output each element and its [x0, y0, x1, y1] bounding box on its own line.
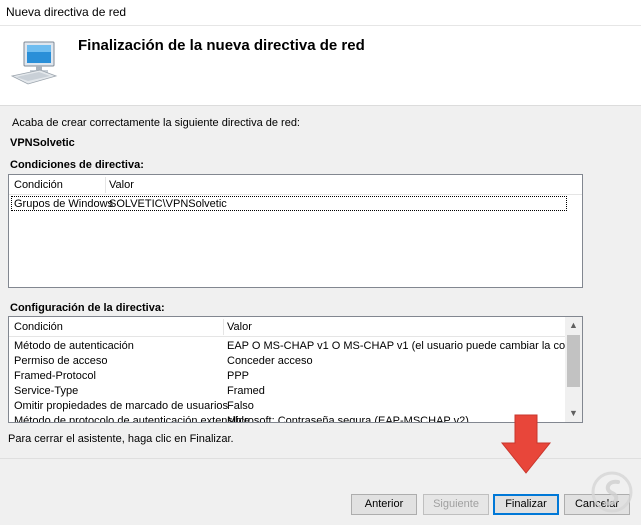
settings-list-header: Condición Valor: [9, 317, 565, 337]
window-title: Nueva directiva de red: [6, 5, 127, 19]
table-row[interactable]: Framed-Protocol PPP: [9, 369, 564, 384]
title-bar: Nueva directiva de red: [0, 0, 641, 26]
red-arrow-pointer-icon: [500, 414, 552, 474]
wizard-body: Acaba de crear correctamente la siguient…: [0, 106, 641, 458]
condition-cell: Service-Type: [14, 385, 79, 397]
table-row[interactable]: Omitir propiedades de marcado de usuario…: [9, 399, 564, 414]
scroll-up-icon[interactable]: ▲: [565, 317, 582, 334]
computer-network-icon: [10, 41, 58, 85]
condition-cell: Método de autenticación: [14, 340, 134, 352]
condition-cell: Framed-Protocol: [14, 370, 96, 382]
table-row[interactable]: Método de autenticación EAP O MS-CHAP v1…: [9, 339, 582, 354]
scroll-down-icon[interactable]: ▼: [565, 405, 582, 422]
value-cell: Conceder acceso: [227, 355, 313, 367]
page-title: Finalización de la nueva directiva de re…: [78, 37, 365, 54]
logo-watermark-icon: [591, 471, 633, 513]
back-button[interactable]: Anterior: [351, 494, 417, 515]
value-cell: Falso: [227, 400, 254, 412]
intro-text: Acaba de crear correctamente la siguient…: [12, 117, 300, 129]
table-row[interactable]: Método de protocolo de autenticación ext…: [9, 414, 564, 423]
column-header-condition[interactable]: Condición: [14, 321, 63, 333]
table-row[interactable]: Service-Type Framed: [9, 384, 564, 399]
value-cell: PPP: [227, 370, 250, 382]
value-cell: SOLVETIC\VPNSolvetic: [109, 198, 227, 210]
settings-scrollbar[interactable]: ▲ ▼: [565, 317, 582, 422]
policy-name: VPNSolvetic: [10, 137, 75, 149]
condition-cell: Grupos de Windows: [14, 198, 114, 210]
conditions-list[interactable]: Condición Valor Grupos de Windows SOLVET…: [8, 174, 583, 288]
wizard-header: Finalización de la nueva directiva de re…: [0, 26, 641, 106]
condition-cell: Omitir propiedades de marcado de usuario…: [14, 400, 229, 412]
finish-button[interactable]: Finalizar: [493, 494, 559, 515]
column-header-value[interactable]: Valor: [109, 179, 134, 191]
table-row[interactable]: Grupos de Windows SOLVETIC\VPNSolvetic: [9, 197, 569, 212]
condition-cell: Permiso de acceso: [14, 355, 108, 367]
footer-instruction: Para cerrar el asistente, haga clic en F…: [8, 433, 234, 445]
settings-list[interactable]: Condición Valor Método de autenticación …: [8, 316, 583, 423]
column-header-value[interactable]: Valor: [227, 321, 252, 333]
next-button[interactable]: Siguiente: [423, 494, 489, 515]
table-row[interactable]: Permiso de acceso Conceder acceso: [9, 354, 564, 369]
settings-label: Configuración de la directiva:: [10, 302, 165, 314]
condition-cell: Método de protocolo de autenticación ext…: [14, 415, 251, 423]
conditions-list-header: Condición Valor: [9, 175, 582, 195]
value-cell: EAP O MS-CHAP v1 O MS-CHAP v1 (el usuari…: [227, 340, 583, 352]
scrollbar-thumb[interactable]: [567, 335, 580, 387]
value-cell: Microsoft: Contraseña segura (EAP-MSCHAP…: [227, 415, 469, 423]
column-header-condition[interactable]: Condición: [14, 179, 63, 191]
conditions-label: Condiciones de directiva:: [10, 159, 144, 171]
value-cell: Framed: [227, 385, 265, 397]
